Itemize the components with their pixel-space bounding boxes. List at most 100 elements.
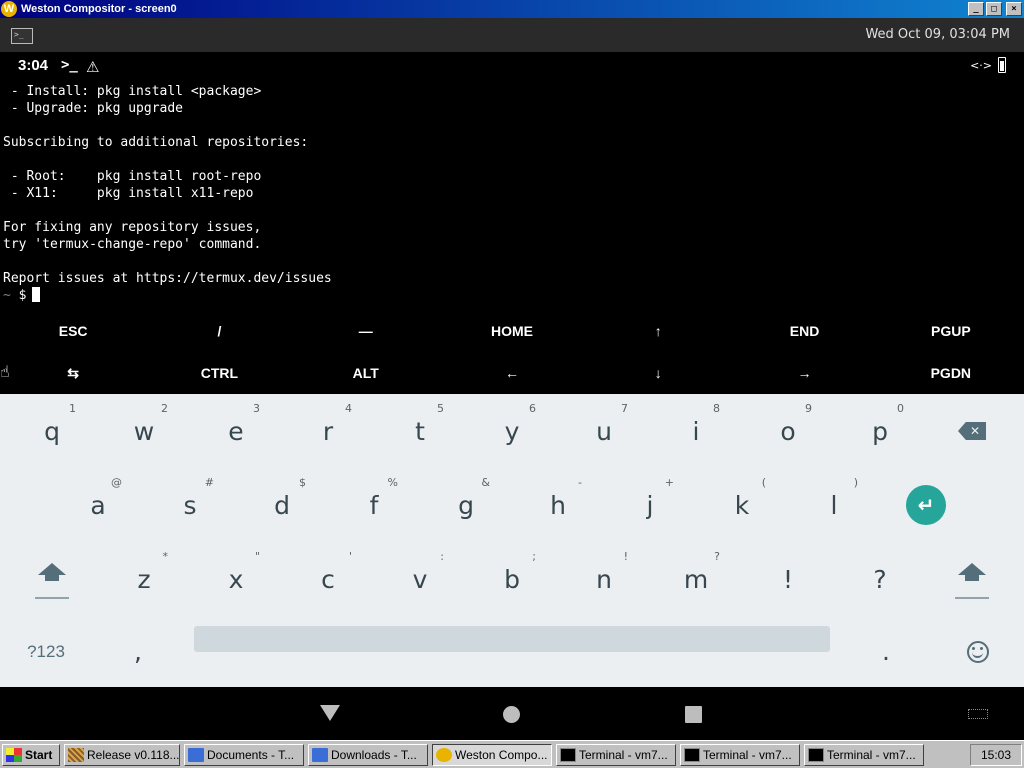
key-c[interactable]: ' c [282,542,374,616]
close-button[interactable]: × [1006,2,1022,16]
extra-key-pgup[interactable]: PGUP [878,310,1024,352]
extra-key-right[interactable]: → [731,352,877,394]
key-d[interactable]: $ d [236,468,328,542]
key-label: m [683,564,709,594]
key-p[interactable]: 0p [834,394,926,468]
start-button[interactable]: Start [2,743,60,766]
key-hint: + [664,476,674,489]
key-v[interactable]: :v [374,542,466,616]
maximize-button[interactable]: □ [986,2,1002,16]
key-y[interactable]: 6y [466,394,558,468]
key-a[interactable]: @ a [52,468,144,542]
enter-key[interactable]: ↵ [880,468,972,542]
key-z[interactable]: * z [98,542,190,616]
battery-icon [998,57,1006,73]
termux-extra-keys: ESC / — HOME ↑ END PGUP ⇆ CTRL ALT ← ↓ →… [0,310,1024,394]
window-title: Weston Compositor - screen0 [21,3,177,15]
key-label: q [44,416,60,446]
symbols-key[interactable]: ?123 [0,616,92,687]
extra-key-esc[interactable]: ESC [0,310,146,352]
taskbar-item-active[interactable]: Weston Compo... [432,743,552,766]
key-i[interactable]: 8i [650,394,742,468]
terminal-launcher-icon[interactable]: >_ [11,28,33,44]
extra-key-alt[interactable]: ALT [293,352,439,394]
taskbar-item[interactable]: Terminal - vm7... [556,743,676,766]
emoji-icon [967,640,989,663]
key-u[interactable]: 7u [558,394,650,468]
weston-app-icon[interactable]: W [1,1,17,17]
key-s[interactable]: # s [144,468,236,542]
backspace-key[interactable]: ✕ [926,394,1018,468]
space-key[interactable] [184,616,840,687]
keyboard-switch-icon[interactable] [968,709,988,719]
terminal-prompt[interactable]: ~ $ [3,287,1021,304]
key-hint: ; [532,550,536,563]
status-time: 3:04 [18,57,49,74]
key-q[interactable]: 1q [6,394,98,468]
terminal-line: - X11: pkg install x11-repo [3,186,254,201]
key-t[interactable]: 5t [374,394,466,468]
key-r[interactable]: 4r [282,394,374,468]
extra-key-up[interactable]: ↑ [585,310,731,352]
extra-key-down[interactable]: ↓ [585,352,731,394]
key-hint: : [440,550,444,563]
key-hint: 4 [345,402,352,415]
terminal-output[interactable]: - Install: pkg install <package> - Upgra… [0,82,1024,310]
period-key[interactable]: . [840,616,932,687]
key-hint: 6 [529,402,536,415]
extra-key-tab[interactable]: ⇆ [0,352,146,394]
key-k[interactable]: (k [696,468,788,542]
terminal-line: Report issues at https://termux.dev/issu… [3,271,332,286]
terminal-line: - Root: pkg install root-repo [3,169,262,184]
taskbar-item-label: Downloads - T... [331,747,417,762]
recents-icon[interactable] [685,706,702,723]
taskbar-item[interactable]: Downloads - T... [308,743,428,766]
keyboard-row-1: 1q 2w 3e 4r 5t 6y 7u 8i 9o 0p ✕ [0,394,1024,468]
extra-key-end[interactable]: END [731,310,877,352]
key-m[interactable]: ? m [650,542,742,616]
key-label: e [228,416,244,446]
back-icon[interactable] [320,705,340,721]
taskbar-item[interactable]: Terminal - vm7... [804,743,924,766]
panel-clock: Wed Oct 09, 03:04 PM [865,27,1010,42]
emoji-key[interactable] [932,616,1024,687]
taskbar-item[interactable]: Documents - T... [184,743,304,766]
key-x[interactable]: " x [190,542,282,616]
shift-icon [955,559,989,599]
home-icon[interactable] [503,706,520,723]
extra-key-ctrl[interactable]: CTRL [146,352,292,394]
shift-key-left[interactable] [6,542,98,616]
key-j[interactable]: + j [604,468,696,542]
key-b[interactable]: ; b [466,542,558,616]
key-hint: $ [299,476,306,489]
key-question[interactable]: ? [834,542,926,616]
key-exclamation[interactable]: ! [742,542,834,616]
shift-icon [35,559,69,599]
key-g[interactable]: & g [420,468,512,542]
extra-key-home[interactable]: HOME [439,310,585,352]
key-hint: @ [111,476,122,489]
extra-key-slash[interactable]: / [146,310,292,352]
shift-key-right[interactable] [926,542,1018,616]
key-n[interactable]: ! n [558,542,650,616]
taskbar-item[interactable]: Terminal - vm7... [680,743,800,766]
window-titlebar[interactable]: W Weston Compositor - screen0 _ □ × [0,0,1024,18]
taskbar-item[interactable]: Release v0.118.... [64,743,180,766]
key-hint: 7 [621,402,628,415]
key-w[interactable]: 2w [98,394,190,468]
key-e[interactable]: 3e [190,394,282,468]
extra-key-dash[interactable]: — [293,310,439,352]
minimize-button[interactable]: _ [968,2,984,16]
spacebar [194,626,830,652]
key-h[interactable]: -h [512,468,604,542]
extra-key-left[interactable]: ← [439,352,585,394]
comma-key[interactable]: , [92,616,184,687]
key-label: ? [873,564,887,594]
backspace-icon: ✕ [958,422,986,440]
key-f[interactable]: % f [328,468,420,542]
taskbar: Start Release v0.118.... Documents - T..… [0,740,1024,768]
extra-key-pgdn[interactable]: PGDN [878,352,1024,394]
key-l[interactable]: ) l [788,468,880,542]
key-o[interactable]: 9o [742,394,834,468]
